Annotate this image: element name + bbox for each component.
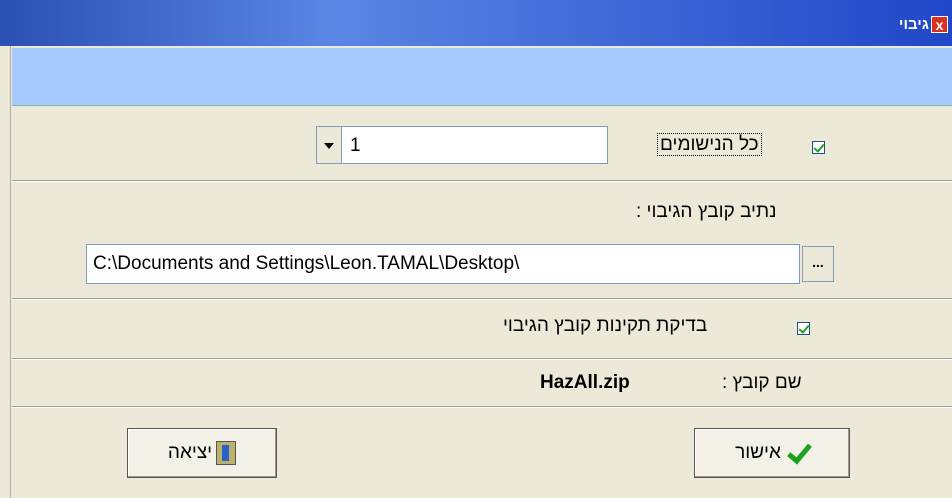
count-value: 1 [350, 135, 361, 156]
browse-button[interactable]: ... [802, 246, 834, 282]
close-icon[interactable]: x [931, 15, 948, 33]
verify-checkbox[interactable] [797, 322, 810, 335]
separator-3 [12, 358, 952, 360]
exit-button[interactable]: יציאה [127, 428, 277, 478]
separator-4 [12, 406, 952, 408]
ok-button[interactable]: אישור [694, 428, 850, 478]
checkmark-icon [785, 444, 809, 462]
exit-door-icon [216, 441, 237, 465]
file-name-value: HazAll.zip [540, 372, 630, 393]
combo-dropdown-button[interactable] [316, 126, 342, 164]
all-records-label[interactable]: כל הנישומים [657, 133, 762, 156]
window-title: גיבוי [898, 15, 929, 33]
header-banner [12, 48, 952, 106]
title-bar: x גיבוי [0, 0, 952, 46]
backup-path-input[interactable]: C:\Documents and Settings\Leon.TAMAL\Des… [86, 244, 800, 284]
exit-button-label: יציאה [167, 442, 213, 463]
separator-1 [12, 180, 952, 182]
separator-2 [12, 298, 952, 300]
left-border [0, 46, 11, 498]
backup-path-label: נתיב קובץ הגיבוי : [636, 201, 777, 222]
title-wrap: x גיבוי [899, 14, 948, 34]
file-name-label: שם קובץ : [722, 372, 802, 393]
ok-button-label: אישור [735, 442, 781, 463]
verify-label: בדיקת תקינות קובץ הגיבוי [503, 315, 708, 336]
all-records-checkbox[interactable] [812, 141, 825, 154]
